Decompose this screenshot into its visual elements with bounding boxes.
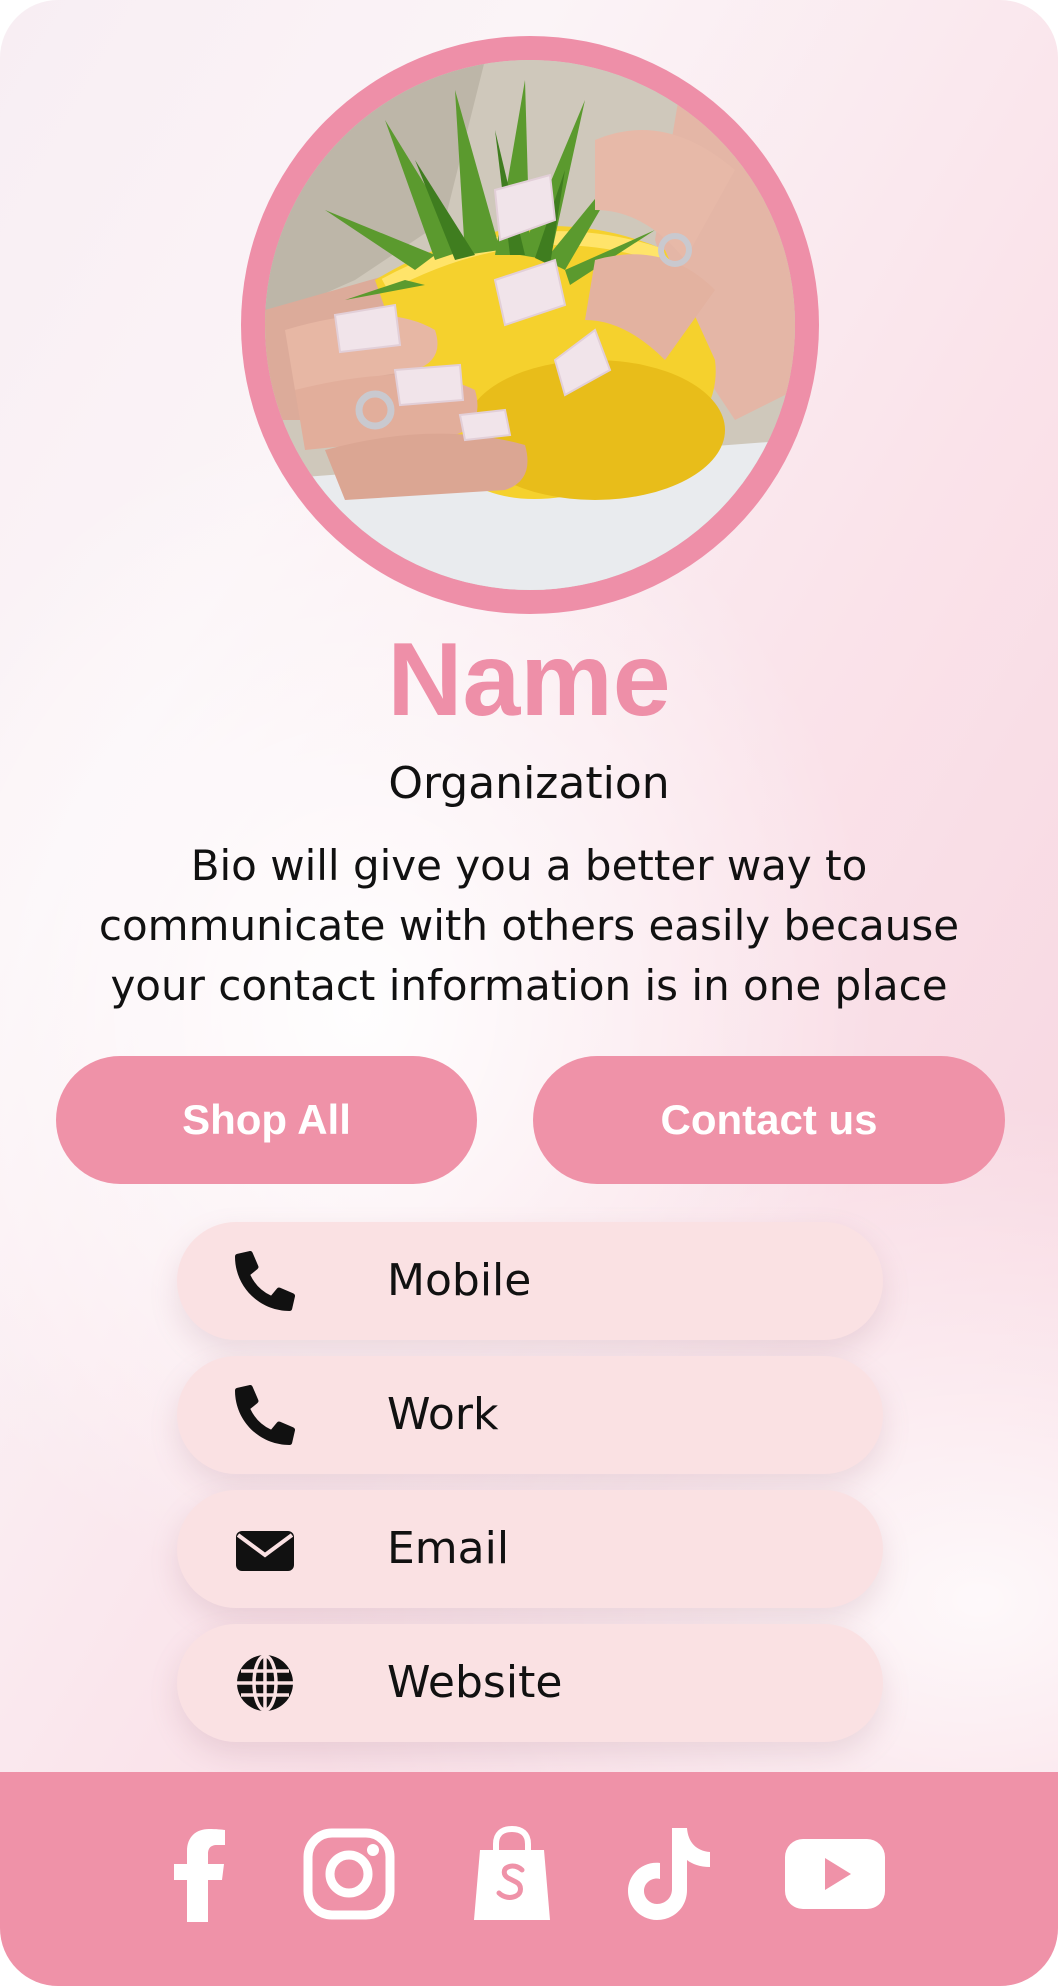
contact-row-label: Mobile <box>387 1255 532 1306</box>
social-footer <box>0 1772 1058 1986</box>
contact-row-email[interactable]: Email <box>177 1490 883 1608</box>
avatar-ring <box>241 36 819 614</box>
avatar <box>265 60 795 590</box>
instagram-icon[interactable] <box>299 1824 399 1924</box>
profile-name: Name <box>387 622 671 738</box>
youtube-icon[interactable] <box>785 1824 885 1924</box>
contact-row-label: Website <box>387 1657 563 1708</box>
globe-icon <box>235 1653 295 1713</box>
contact-row-label: Work <box>387 1389 499 1440</box>
phone-icon <box>235 1385 295 1445</box>
profile-bio: Bio will give you a better way to commun… <box>98 841 960 1010</box>
contact-row-work[interactable]: Work <box>177 1356 883 1474</box>
contact-row-website[interactable]: Website <box>177 1624 883 1742</box>
phone-icon <box>235 1251 295 1311</box>
facebook-icon[interactable] <box>150 1824 250 1924</box>
contact-row-mobile[interactable]: Mobile <box>177 1222 883 1340</box>
contact-us-button[interactable]: Contact us <box>533 1056 1005 1184</box>
tiktok-icon[interactable] <box>619 1824 719 1924</box>
contact-row-label: Email <box>387 1523 510 1574</box>
shopify-icon[interactable] <box>462 1824 562 1924</box>
shop-all-button[interactable]: Shop All <box>56 1056 477 1184</box>
avatar-photo-illustration <box>265 60 795 590</box>
envelope-icon <box>235 1519 295 1579</box>
profile-organization: Organization <box>388 758 670 809</box>
business-card: Name Organization Bio will give you a be… <box>0 0 1058 1986</box>
